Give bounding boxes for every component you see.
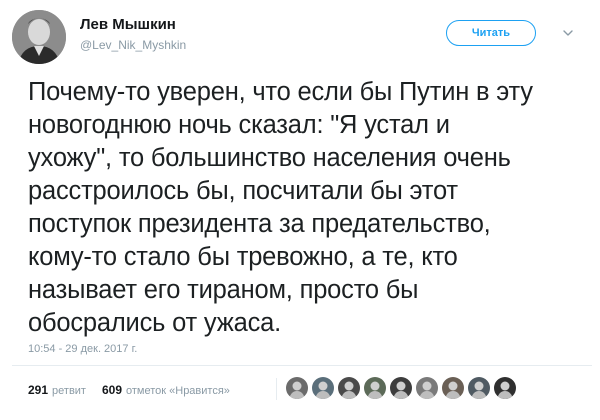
liker-avatar[interactable] <box>338 377 360 399</box>
avatar-4-icon <box>364 377 386 399</box>
chevron-down-icon[interactable] <box>561 26 575 40</box>
avatar-3-icon <box>338 377 360 399</box>
tweet-card: Лев Мышкин @Lev_Nik_Myshkin Читать Почем… <box>0 0 600 420</box>
likes-count[interactable]: 609 <box>102 383 122 397</box>
avatar-8-icon <box>468 377 490 399</box>
retweets-count[interactable]: 291 <box>28 383 48 397</box>
retweets-label[interactable]: ретвит <box>52 385 86 397</box>
likers-avatars <box>286 377 520 399</box>
avatar-9-icon <box>494 377 516 399</box>
liker-avatar[interactable] <box>494 377 516 399</box>
liker-avatar[interactable] <box>364 377 386 399</box>
liker-avatar[interactable] <box>286 377 308 399</box>
liker-avatar[interactable] <box>390 377 412 399</box>
avatar-2-icon <box>312 377 334 399</box>
tweet-text: Почему-то уверен, что если бы Путин в эт… <box>28 78 533 337</box>
avatar-7-icon <box>442 377 464 399</box>
avatar-5-icon <box>390 377 412 399</box>
stats-separator <box>276 378 277 400</box>
avatar-1-icon <box>286 377 308 399</box>
tweet-timestamp[interactable]: 10:54 - 29 дек. 2017 г. <box>28 343 137 355</box>
avatar-6-icon <box>416 377 438 399</box>
liker-avatar[interactable] <box>416 377 438 399</box>
tweet-stats: 291 ретвит 609 отметок «Нравится» <box>28 383 246 397</box>
liker-avatar[interactable] <box>312 377 334 399</box>
divider <box>12 365 592 366</box>
user-avatar[interactable] <box>12 10 66 64</box>
liker-avatar[interactable] <box>468 377 490 399</box>
follow-button[interactable]: Читать <box>446 20 536 46</box>
likes-label[interactable]: отметок «Нравится» <box>126 385 230 397</box>
liker-avatar[interactable] <box>442 377 464 399</box>
